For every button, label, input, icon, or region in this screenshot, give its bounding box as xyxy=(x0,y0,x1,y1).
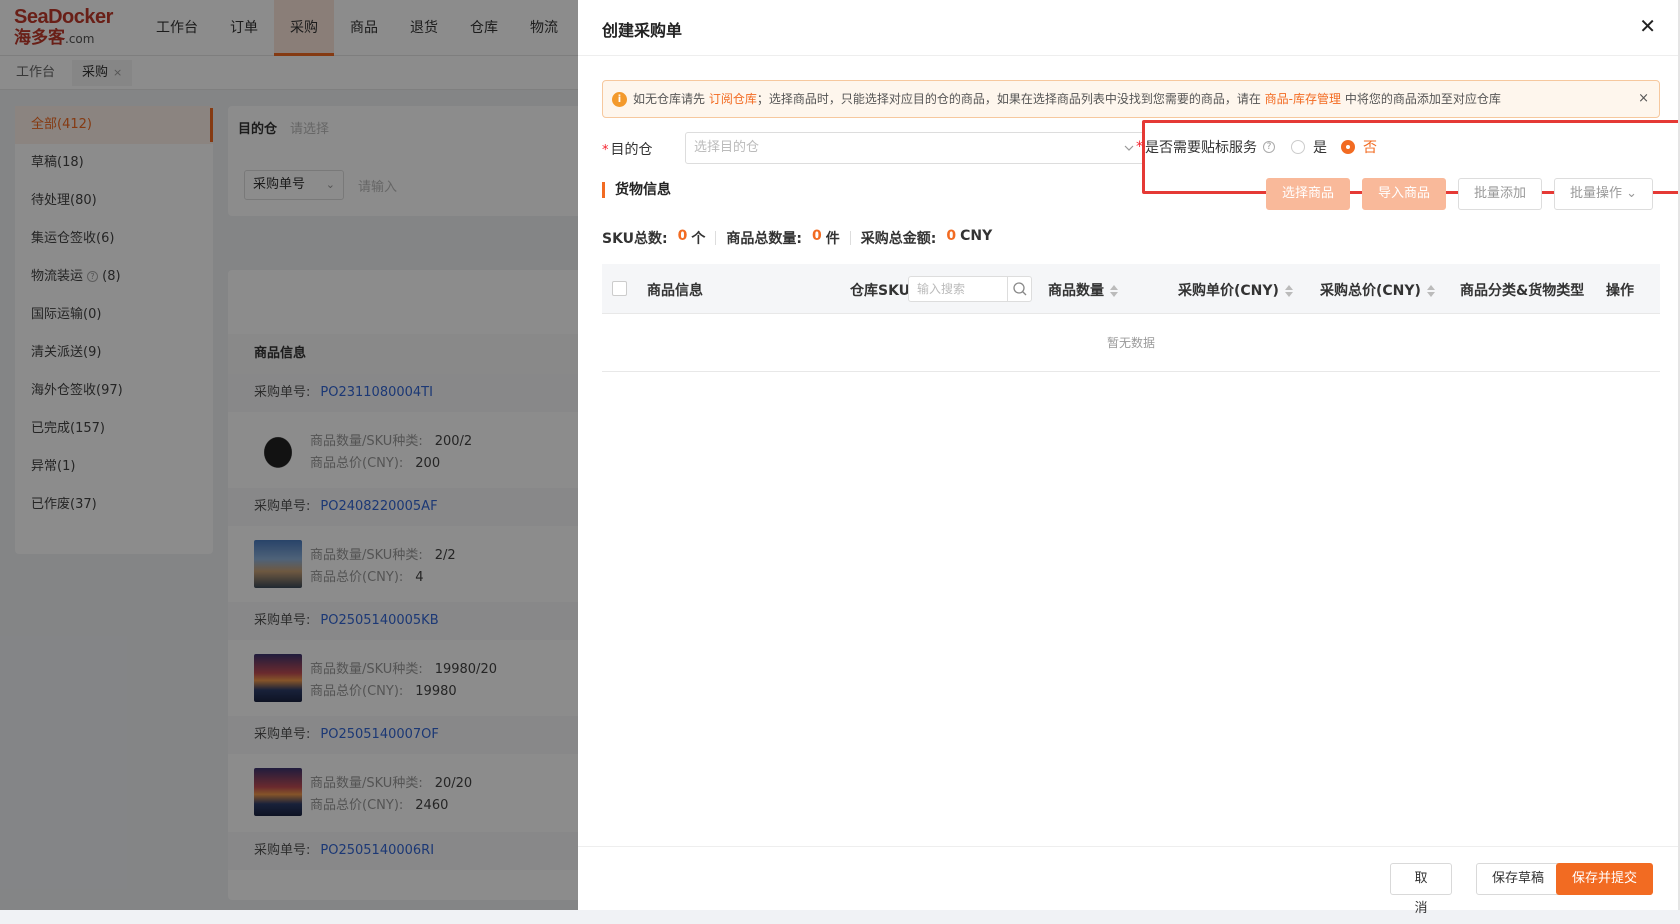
col-category: 商品分类&货物类型 xyxy=(1460,283,1585,299)
cancel-button[interactable]: 取 消 xyxy=(1390,863,1452,916)
amount-total-value: 0 xyxy=(946,228,957,244)
radio-no[interactable]: 否 xyxy=(1341,137,1377,157)
save-draft-button[interactable]: 保存草稿 xyxy=(1476,863,1561,895)
col-warehouse-sku: 仓库SKU xyxy=(850,283,911,299)
create-po-drawer: 创建采购单 ✕ i 如无仓库请先 订阅仓库；选择商品时，只能选择对应目的仓的商品… xyxy=(578,0,1680,916)
batch-ops-label: 批量操作 xyxy=(1570,186,1623,201)
batch-add-button[interactable]: 批量添加 xyxy=(1458,178,1543,210)
help-icon: ? xyxy=(1263,141,1275,153)
radio-yes-dot xyxy=(1291,140,1305,154)
sort-icon[interactable] xyxy=(1284,285,1293,297)
dest-warehouse-placeholder: 选择目的仓 xyxy=(694,140,760,155)
dest-warehouse-select[interactable]: 选择目的仓 xyxy=(685,132,1145,164)
required-mark: * xyxy=(1136,139,1143,155)
qty-total-unit: 件 xyxy=(825,231,840,247)
chevron-down-icon: ⌄ xyxy=(1626,186,1638,201)
col-total-price[interactable]: 采购总价(CNY) xyxy=(1320,280,1435,300)
sort-icon[interactable] xyxy=(1426,285,1435,297)
drawer-header: 创建采购单 ✕ xyxy=(578,0,1680,56)
required-mark: * xyxy=(602,143,609,158)
amount-total-label: 采购总金额: xyxy=(860,231,937,247)
sort-icon[interactable] xyxy=(1110,285,1118,297)
col-total-price-label: 采购总价(CNY) xyxy=(1320,283,1421,299)
goods-section-title: 货物信息 xyxy=(602,182,671,198)
sku-count-value: 0 xyxy=(677,228,688,244)
drawer-title: 创建采购单 xyxy=(602,21,683,40)
alert-text-3: 中将您的商品添加至对应仓库 xyxy=(1341,92,1501,106)
col-unit-price[interactable]: 采购单价(CNY) xyxy=(1178,280,1293,300)
drawer-footer: 取 消 保存草稿 保存并提交 xyxy=(578,846,1680,916)
chevron-down-icon xyxy=(1124,145,1134,151)
divider xyxy=(849,231,851,245)
label-service-label: 是否需要贴标服务 xyxy=(1145,140,1257,156)
col-action: 操作 xyxy=(1606,283,1634,299)
dest-warehouse-label: 目的仓 xyxy=(610,142,653,158)
close-icon[interactable]: ✕ xyxy=(1639,14,1656,38)
col-unit-price-label: 采购单价(CNY) xyxy=(1178,283,1279,299)
sku-count-unit: 个 xyxy=(691,231,706,247)
select-all-checkbox[interactable] xyxy=(612,281,627,296)
qty-total-label: 商品总数量: xyxy=(726,231,803,247)
radio-no-dot xyxy=(1341,140,1355,154)
sku-count-label: SKU总数: xyxy=(602,231,668,247)
goods-table-header: 商品信息 仓库SKU 输入搜索 商品数量 采购单价(CNY) 采购总价(CNY)… xyxy=(602,264,1660,314)
qty-total-value: 0 xyxy=(812,228,822,244)
label-service-field: * 是否需要贴标服务 ? 是 否 xyxy=(1136,137,1391,157)
inventory-management-link[interactable]: 商品-库存管理 xyxy=(1265,92,1341,106)
divider xyxy=(715,231,717,245)
amount-total-unit: CNY xyxy=(960,228,993,244)
radio-yes[interactable]: 是 xyxy=(1291,137,1327,157)
alert-close-icon[interactable]: × xyxy=(1638,81,1649,117)
info-alert: i 如无仓库请先 订阅仓库；选择商品时，只能选择对应目的仓的商品，如果在选择商品… xyxy=(602,80,1660,118)
alert-text-1: 如无仓库请先 xyxy=(633,92,709,106)
radio-yes-label: 是 xyxy=(1313,140,1327,156)
batch-ops-button[interactable]: 批量操作 ⌄ xyxy=(1554,178,1654,210)
info-icon: i xyxy=(612,92,627,107)
radio-no-label: 否 xyxy=(1363,140,1377,156)
empty-state: 暂无数据 xyxy=(602,314,1660,372)
subscribe-warehouse-link[interactable]: 订阅仓库 xyxy=(709,92,757,106)
import-goods-button[interactable]: 导入商品 xyxy=(1362,178,1447,210)
alert-text-2: ；选择商品时，只能选择对应目的仓的商品，如果在选择商品列表中没找到您需要的商品，… xyxy=(756,92,1265,106)
sku-search-input[interactable]: 输入搜索 xyxy=(908,276,1032,302)
col-product-info: 商品信息 xyxy=(647,283,703,299)
col-quantity[interactable]: 商品数量 xyxy=(1048,280,1118,300)
save-submit-button[interactable]: 保存并提交 xyxy=(1556,863,1654,895)
summary-stats: SKU总数: 0 个 商品总数量: 0 件 采购总金额: 0 CNY xyxy=(602,228,992,248)
sku-search-placeholder: 输入搜索 xyxy=(917,282,966,296)
search-icon[interactable] xyxy=(1007,277,1031,301)
col-quantity-label: 商品数量 xyxy=(1048,283,1104,299)
select-goods-button[interactable]: 选择商品 xyxy=(1266,178,1351,210)
